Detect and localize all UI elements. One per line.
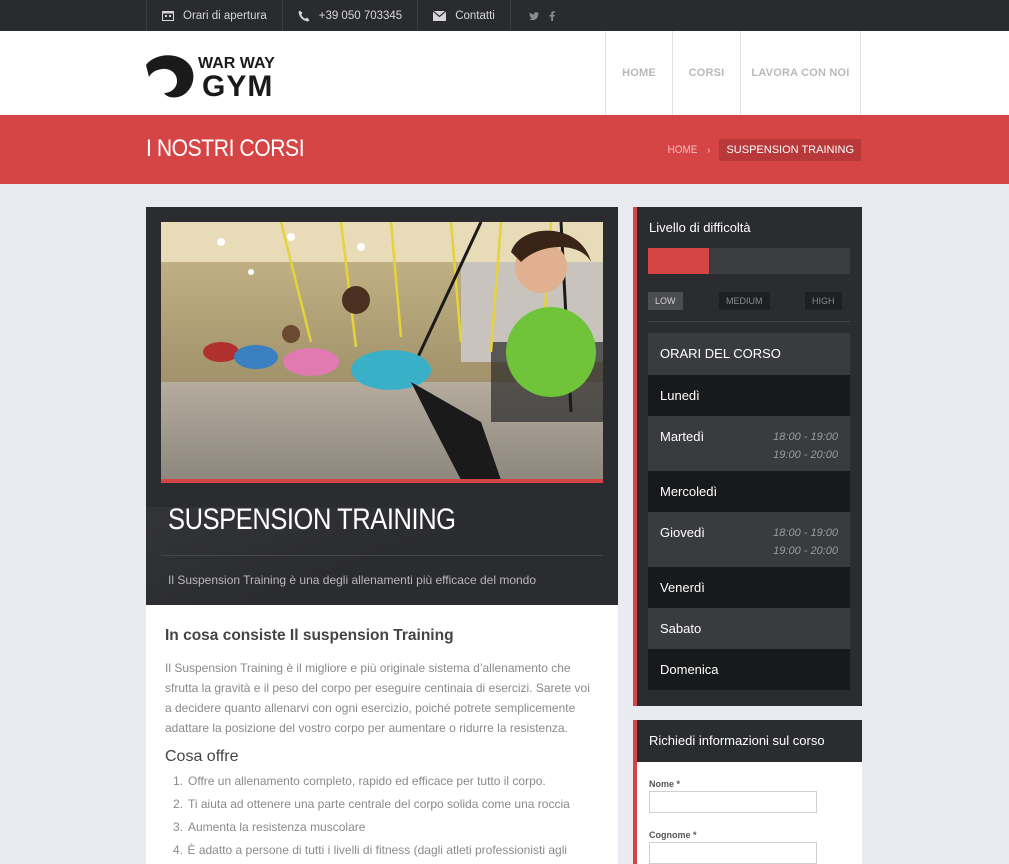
schedule-day: Giovedì 18:00 - 19:00 19:00 - 20:00 <box>648 512 850 567</box>
list-item: 1. Offre un allenamento completo, rapido … <box>173 774 546 788</box>
level-low: LOW <box>648 292 683 310</box>
section-text: Il Suspension Training è il migliore e p… <box>165 661 590 735</box>
name-label: Nome * <box>649 779 681 789</box>
phone-label: +39 050 703345 <box>318 9 403 22</box>
breadcrumb-home[interactable]: HOME <box>668 144 698 156</box>
list-item: 4. È adatto a persone di tutti i livelli … <box>173 843 568 857</box>
difficulty-bar-fill <box>648 248 709 274</box>
gym-logo[interactable]: WAR WAY GYM <box>146 51 296 103</box>
twitter-icon[interactable] <box>528 11 539 20</box>
logo-mark: WAR WAY GYM <box>146 55 275 103</box>
social-links <box>511 0 555 31</box>
nav-corsi[interactable]: CORSI <box>672 31 740 115</box>
section-title: In cosa consiste Il suspension Training <box>165 627 454 644</box>
offers-title: Cosa offre <box>165 748 239 765</box>
schedule-title: ORARI DEL CORSO <box>648 333 850 375</box>
phone-link[interactable]: +39 050 703345 <box>281 0 417 31</box>
difficulty-bar <box>648 248 850 274</box>
offers-list: 1. Offre un allenamento completo, rapido … <box>165 770 598 864</box>
contacts-link[interactable]: Contatti <box>417 0 511 31</box>
schedule-day: Sabato <box>648 608 850 649</box>
opening-hours-link[interactable]: Orari di apertura <box>146 0 282 31</box>
course-title: SUSPENSION TRAINING <box>168 503 456 536</box>
course-hero-card: SUSPENSION TRAINING Il Suspension Traini… <box>146 207 618 605</box>
page-title: I NOSTRI CORSI <box>146 135 305 162</box>
top-bar: Orari di apertura +39 050 703345 Contatt… <box>0 0 1009 31</box>
calendar-icon <box>162 11 174 21</box>
info-request-form: Richiedi informazioni sul corso Nome * C… <box>633 720 862 864</box>
facebook-icon[interactable] <box>549 10 555 21</box>
level-high: HIGH <box>805 292 842 310</box>
schedule-day: Martedì 18:00 - 19:00 19:00 - 20:00 <box>648 416 850 471</box>
difficulty-title: Livello di difficoltà <box>649 220 751 235</box>
surname-label: Cognome * <box>649 830 697 840</box>
chevron-right-icon: › <box>707 144 711 156</box>
schedule-day: Venerdì <box>648 567 850 608</box>
course-description: In cosa consiste Il suspension Training … <box>146 605 618 864</box>
nav-lavora-con-noi[interactable]: LAVORA CON NOI <box>740 31 860 115</box>
schedule-day: Mercoledì <box>648 471 850 512</box>
name-field[interactable] <box>649 791 817 813</box>
schedule-day: Domenica <box>648 649 850 690</box>
opening-hours-label: Orari di apertura <box>183 9 267 22</box>
logo-text-bottom: GYM <box>202 70 273 99</box>
schedule-day: Lunedì <box>648 375 850 416</box>
envelope-icon <box>433 10 447 21</box>
level-medium: MEDIUM <box>719 292 770 310</box>
course-info-panel: Livello di difficoltà LOW MEDIUM HIGH OR… <box>633 207 862 706</box>
site-header: WAR WAY GYM HOME CORSI LAVORA CON NOI <box>0 31 1009 115</box>
list-item: 2. Ti aiuta ad ottenere una parte central… <box>173 797 570 811</box>
breadcrumb-current: SUSPENSION TRAINING <box>719 139 861 161</box>
photo-accent-line <box>161 479 603 483</box>
contacts-label: Contatti <box>455 9 495 22</box>
list-item: 3. Aumenta la resistenza muscolare <box>173 820 366 834</box>
course-photo <box>161 222 603 480</box>
nav-home[interactable]: HOME <box>605 31 672 115</box>
surname-field[interactable] <box>649 842 817 864</box>
main-nav: HOME CORSI LAVORA CON NOI <box>605 31 861 115</box>
course-schedule: ORARI DEL CORSO Lunedì Martedì 18:00 - 19… <box>648 333 850 690</box>
divider <box>648 321 850 322</box>
page-title-banner: I NOSTRI CORSI HOME › SUSPENSION TRAININ… <box>0 115 1009 184</box>
divider <box>161 555 603 556</box>
course-subtitle: Il Suspension Training è una degli allen… <box>168 573 537 587</box>
phone-icon <box>298 10 310 21</box>
form-title: Richiedi informazioni sul corso <box>637 720 862 762</box>
breadcrumb: HOME › SUSPENSION TRAINING <box>666 139 861 161</box>
